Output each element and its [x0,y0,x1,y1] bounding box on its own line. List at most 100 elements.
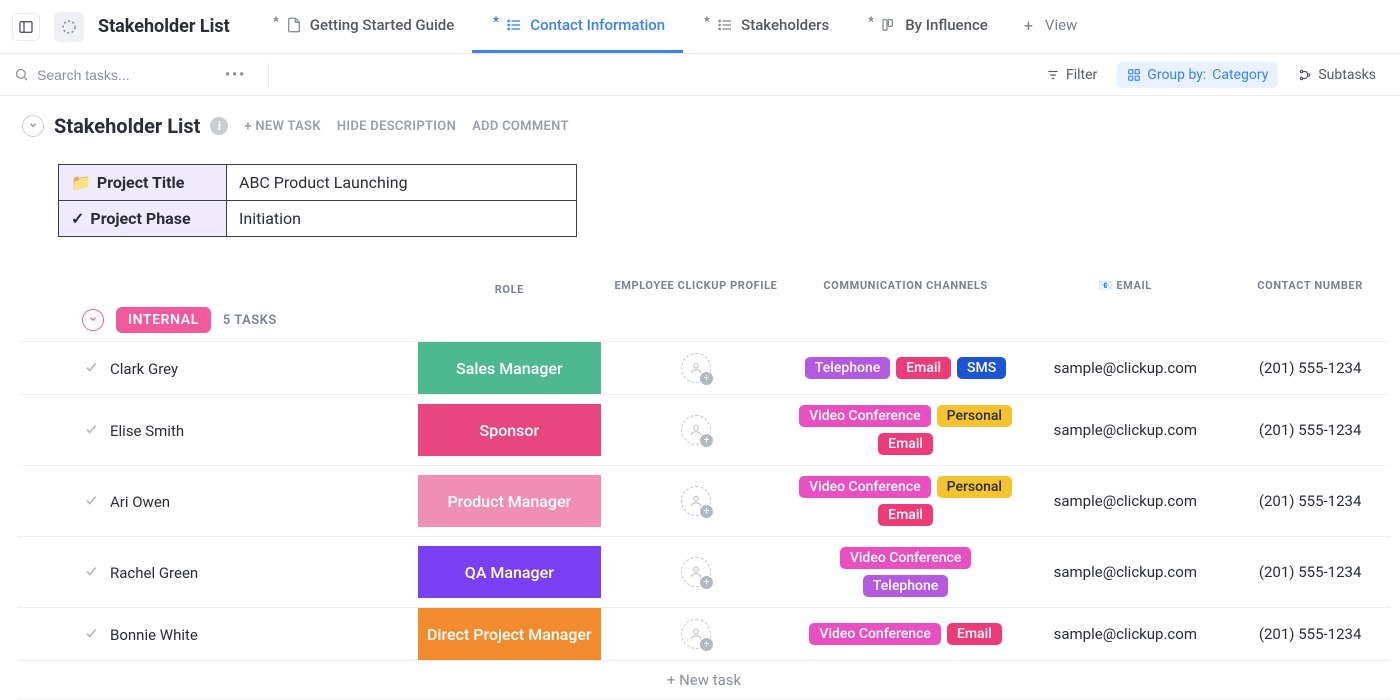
task-status-checkbox[interactable] [82,358,100,376]
task-status-checkbox[interactable] [82,624,100,642]
table-row[interactable]: Elise Smith Sponsor + Video Conference Perso… [18,395,1390,466]
role-cell[interactable]: Sponsor [418,404,602,456]
task-status-checkbox[interactable] [82,491,100,509]
email-cell[interactable]: sample@clickup.com [1020,342,1230,395]
email-cell[interactable]: sample@clickup.com [1020,395,1230,466]
chevron-down-icon [28,120,38,133]
add-view-button[interactable]: +View [1006,0,1096,53]
channel-tag[interactable]: Telephone [805,357,890,379]
email-cell[interactable]: sample@clickup.com [1020,608,1230,661]
assign-profile-button[interactable]: + [681,486,711,516]
channel-tag[interactable]: SMS [957,357,1006,379]
phone-cell[interactable]: (201) 555-1234 [1230,608,1390,661]
channel-tag[interactable]: Video Conference [799,405,931,427]
new-task-row[interactable]: + New task [18,661,1390,700]
role-cell[interactable]: Sales Manager [418,342,602,394]
task-status-checkbox[interactable] [82,562,100,580]
col-channels[interactable]: COMMUNICATION CHANNELS [791,237,1021,342]
list-collapse-toggle[interactable] [22,115,44,137]
col-email[interactable]: 📧 EMAIL [1020,237,1230,342]
task-name: Bonnie White [110,626,198,644]
channel-tag[interactable]: Email [878,504,933,526]
page-body: Stakeholder List i NEW TASK HIDE DESCRIP… [0,96,1400,700]
email-cell[interactable]: sample@clickup.com [1020,466,1230,537]
phone-cell[interactable]: (201) 555-1234 [1230,342,1390,395]
tab-by-influence[interactable]: By Influence [847,0,1006,53]
toolbar-more-button[interactable]: ••• [217,63,254,87]
group-count: 5 TASKS [223,313,277,328]
plus-icon: + [700,434,713,447]
table-row[interactable]: Clark GreySales Manager+TelephoneEmailSM… [18,342,1390,395]
project-title-value[interactable]: ABC Product Launching [227,165,577,201]
phone-cell[interactable]: (201) 555-1234 [1230,537,1390,608]
assign-profile-button[interactable]: + [681,415,711,445]
project-phase-value[interactable]: Initiation [227,201,577,237]
tab-stakeholders[interactable]: Stakeholders [683,0,847,53]
col-profile[interactable]: EMPLOYEE CLICKUP PROFILE [601,237,791,342]
task-name: Rachel Green [110,564,198,582]
task-name: Elise Smith [110,422,184,440]
phone-cell[interactable]: (201) 555-1234 [1230,466,1390,537]
search-input[interactable] [37,67,207,83]
project-phase-label: ✓Project Phase [59,201,227,237]
task-name: Ari Owen [110,493,170,511]
tab-label: Getting Started Guide [310,16,455,34]
new-task-button[interactable]: NEW TASK [244,119,320,134]
tab-label: By Influence [905,16,988,34]
tab-contact-information[interactable]: Contact Information [472,0,683,53]
col-phone[interactable]: CONTACT NUMBER [1230,237,1390,342]
table-row[interactable]: Bonnie White Direct Project Manager + Video… [18,608,1390,661]
channel-tag[interactable]: Video Conference [840,547,972,569]
list-icon [506,17,522,33]
list-icon [717,17,733,33]
role-cell[interactable]: Product Manager [418,475,602,527]
assign-profile-button[interactable]: + [681,353,711,383]
phone-cell[interactable]: (201) 555-1234 [1230,395,1390,466]
sidebar-toggle-button[interactable] [12,13,40,41]
email-cell[interactable]: sample@clickup.com [1020,537,1230,608]
tab-label: Contact Information [530,16,665,34]
search-wrap [14,67,207,83]
plus-icon: + [700,505,713,518]
hide-description-button[interactable]: HIDE DESCRIPTION [337,119,456,134]
channels-cell[interactable]: Video Conference Email [799,623,1013,645]
plus-icon: + [700,638,713,651]
task-status-checkbox[interactable] [82,420,100,438]
channels-cell[interactable]: Video Conference PersonalEmail [799,405,1013,455]
channels-cell[interactable]: Video Conference PersonalEmail [799,476,1013,526]
subtasks-label: Subtasks [1318,67,1376,83]
assign-profile-button[interactable]: + [681,619,711,649]
col-role[interactable]: ROLE [418,237,602,342]
subtasks-button[interactable]: Subtasks [1288,62,1386,88]
assign-profile-button[interactable]: + [681,557,711,587]
channel-tag[interactable]: Email [947,623,1002,645]
filter-button[interactable]: Filter [1036,62,1107,88]
channel-tag[interactable]: Video Conference [799,476,931,498]
info-icon[interactable]: i [210,117,228,135]
channels-cell[interactable]: Video Conference Telephone [799,547,1013,597]
divider [268,63,269,87]
group-by-button[interactable]: Group by: Category [1117,62,1278,88]
group-by-value: Category [1212,67,1268,83]
channels-cell[interactable]: Telephone Email SMS [799,357,1013,379]
channel-tag[interactable]: Email [896,357,951,379]
project-info-table: 📁Project Title ABC Product Launching ✓Pr… [58,164,577,237]
channel-tag[interactable]: Personal [937,476,1012,498]
workspace-icon [54,12,84,42]
role-cell[interactable]: QA Manager [418,546,602,598]
group-by-label: Group by: [1147,67,1206,83]
role-cell[interactable]: Direct Project Manager [418,608,602,660]
chevron-down-icon [88,314,98,327]
list-title: Stakeholder List [54,114,200,138]
list-header: Stakeholder List i NEW TASK HIDE DESCRIP… [22,114,1390,138]
table-row[interactable]: Rachel Green QA Manager + Video Conference T… [18,537,1390,608]
channel-tag[interactable]: Personal [937,405,1012,427]
channel-tag[interactable]: Telephone [863,575,948,597]
group-pill[interactable]: Internal [116,307,211,333]
add-comment-button[interactable]: ADD COMMENT [472,119,569,134]
table-row[interactable]: Ari Owen Product Manager + Video Conference… [18,466,1390,537]
channel-tag[interactable]: Email [878,433,933,455]
group-collapse-toggle[interactable] [82,309,104,331]
channel-tag[interactable]: Video Conference [809,623,941,645]
tab-getting-started-guide[interactable]: Getting Started Guide [252,0,473,53]
